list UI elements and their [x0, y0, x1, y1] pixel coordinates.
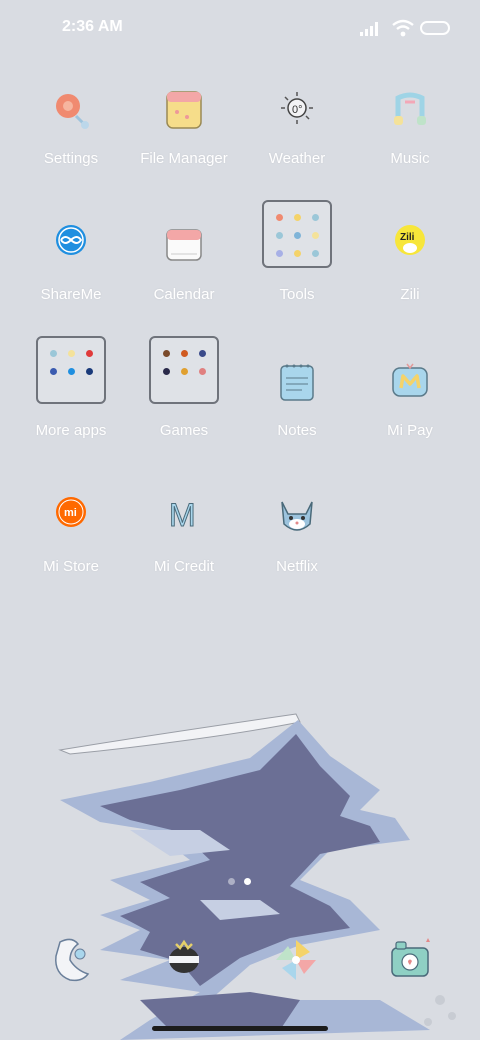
folder-icon	[149, 336, 219, 404]
app-label: Notes	[277, 422, 317, 439]
netflix-icon	[281, 501, 313, 531]
wifi-icon	[392, 19, 414, 37]
app-mi-store[interactable]: mi Mi Store	[15, 492, 127, 602]
notes-icon	[280, 364, 314, 401]
app-label: File Manager	[140, 150, 228, 167]
mi-pay-icon	[392, 363, 428, 397]
app-weather[interactable]: 0° Weather	[241, 84, 353, 194]
app-label: Netflix	[276, 558, 318, 575]
mi-credit-icon: M	[169, 497, 197, 534]
zili-icon: Zili	[395, 225, 425, 255]
calendar-icon	[166, 229, 202, 261]
status-icons	[360, 18, 450, 38]
settings-icon	[56, 94, 89, 129]
app-label: Zili	[400, 286, 420, 303]
app-label: More apps	[35, 422, 107, 439]
app-label: Calendar	[153, 286, 215, 303]
folder-games[interactable]: Games	[128, 336, 240, 466]
app-settings[interactable]: Settings	[15, 84, 127, 194]
app-label: Settings	[43, 150, 99, 167]
page-indicator[interactable]	[228, 878, 254, 886]
app-label: Mi Credit	[153, 558, 214, 575]
folder-tools[interactable]: Tools	[241, 200, 353, 330]
browser-icon[interactable]	[266, 930, 326, 990]
app-shareme[interactable]: ShareMe	[15, 220, 127, 330]
app-label: Tools	[279, 286, 315, 303]
app-music[interactable]: Music	[354, 84, 466, 194]
folder-more-apps[interactable]: More apps	[15, 336, 127, 466]
shareme-icon	[56, 225, 86, 255]
home-indicator[interactable]	[152, 1026, 328, 1031]
app-label: Mi Pay	[387, 422, 433, 439]
file-manager-icon	[166, 91, 202, 129]
app-notes[interactable]: Notes	[241, 356, 353, 466]
weather-icon: 0°	[281, 92, 313, 124]
status-time: 2:36 AM	[62, 18, 123, 35]
zili-icon-text: Zili	[400, 232, 415, 243]
mi-credit-icon-text: M	[169, 497, 196, 533]
music-icon	[394, 92, 426, 125]
app-netflix[interactable]: Netflix	[241, 492, 353, 602]
mi-store-icon-text: mi	[64, 507, 77, 519]
app-file-manager[interactable]: File Manager	[128, 84, 240, 194]
folder-icon	[36, 336, 106, 404]
app-calendar[interactable]: Calendar	[128, 220, 240, 330]
app-mi-pay[interactable]: Mi Pay	[354, 356, 466, 466]
app-label: Games	[159, 422, 209, 439]
page-dot[interactable]	[228, 878, 235, 885]
status-bar: 2:36 AM	[0, 0, 480, 56]
battery-icon	[420, 21, 450, 35]
signal-icon	[360, 22, 378, 36]
app-zili[interactable]: Zili Zili	[354, 220, 466, 330]
app-label: Mi Store	[43, 558, 99, 575]
phone-icon[interactable]	[40, 930, 100, 990]
app-label: ShareMe	[40, 286, 102, 303]
app-mi-credit[interactable]: M Mi Credit	[128, 492, 240, 602]
messages-icon[interactable]	[154, 930, 214, 990]
folder-icon	[262, 200, 332, 268]
app-label: Music	[390, 150, 430, 167]
camera-icon[interactable]	[382, 930, 442, 990]
page-dot-active[interactable]	[244, 878, 251, 885]
svg-text:0°: 0°	[292, 104, 303, 116]
app-label: Weather	[268, 150, 326, 167]
mi-store-icon: mi	[56, 497, 86, 527]
